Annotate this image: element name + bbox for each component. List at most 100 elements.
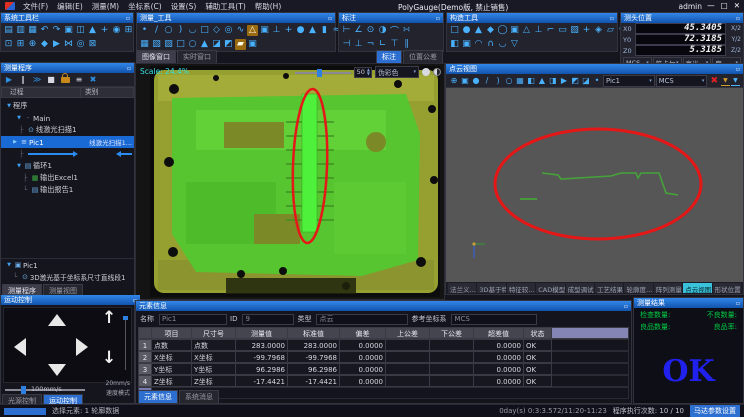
expander-icon[interactable]: ▼ [15,163,23,169]
toolbar-icon[interactable]: ▣ [259,25,270,36]
image-zoom-slider[interactable] [295,68,351,77]
tree-item-loop[interactable]: ▼▤循环1 [1,160,134,172]
toolbar-icon[interactable]: □ [175,39,186,50]
minimize-button[interactable]: — [707,1,715,10]
toolbar-icon[interactable]: ↷ [51,25,62,36]
table-row[interactable]: 2X坐标 X坐标-99.7968 -99.79680.0000 0.0000OK [138,351,629,363]
tab-annotate[interactable]: 标注 [376,50,402,63]
value-stepper[interactable]: 50 ▲▼ [354,67,372,78]
toolbar-icon[interactable]: + [283,25,294,36]
toolbar-icon[interactable]: ⋈ [63,39,74,50]
export-icon[interactable]: ▼ [731,76,740,86]
toolbar-icon[interactable]: ▣ [461,39,472,50]
toolbar-icon[interactable]: ▶ [559,75,569,86]
jog-left-button[interactable] [14,338,26,356]
toolbar-icon[interactable]: ▣ [247,39,258,50]
toolbar-icon[interactable]: ◫ [75,25,86,36]
menu-item[interactable]: 辅助工具(T) [205,1,245,12]
toolbar-icon[interactable]: ▣ [460,75,470,86]
image-view[interactable]: Scale: 24.4% 50 ▲▼ 伪彩色 [135,63,445,300]
tree-insert-marker[interactable]: ├ [1,148,134,160]
export-icon[interactable]: ▼ [721,76,730,86]
toolbar-icon[interactable]: ◡ [497,39,508,50]
tab-system-messages[interactable]: 系统消息 [179,390,219,403]
toolbar-icon[interactable]: / [151,25,162,36]
pin-icon[interactable]: ▫ [624,303,628,310]
toolbar-icon[interactable]: ⌒ [389,25,400,36]
toolbar-icon[interactable]: ∺ [401,25,412,36]
motor-params-button[interactable]: 马达参数设置 [690,405,740,417]
toolbar-icon[interactable]: ◩ [223,39,234,50]
slider-handle[interactable] [317,69,322,77]
pin-icon[interactable]: ▫ [328,15,332,22]
toolbar-icon[interactable]: ◠ [473,39,484,50]
table-row[interactable]: 1点数 点数283.0000 283.00000.0000 0.0000OK [138,339,629,351]
toolbar-icon[interactable]: ) [493,75,503,86]
toolbar-icon[interactable]: ▶ [51,39,62,50]
toolbar-icon[interactable]: ∿ [235,25,246,36]
menu-item[interactable]: 坐标系(C) [128,1,162,12]
toolbar-icon[interactable]: ⊥ [533,25,544,36]
toolbar-icon[interactable]: ∠ [353,25,364,36]
view-tab[interactable]: 工艺结果… [595,283,623,293]
speed-slider-handle[interactable] [21,386,26,394]
toolbar-icon[interactable]: ▣ [63,25,74,36]
toolbar-icon[interactable]: ◩ [570,75,580,86]
toolbar-icon[interactable]: ↶ [39,25,50,36]
view-tab[interactable]: 成型调试 [566,283,594,293]
toolbar-icon[interactable]: ▥ [15,25,26,36]
frame-dropdown[interactable]: MCS [656,75,708,87]
toolbar-icon[interactable]: ◧ [449,39,460,50]
jog-z-up-button[interactable]: ↑ [102,310,116,327]
toolbar-icon[interactable]: ⊣ [341,39,352,50]
toolbar-icon[interactable]: ● [461,25,472,36]
play-icon[interactable]: ▶ [2,74,16,85]
view-tab[interactable]: 特征较… [507,283,535,293]
tree-item-program[interactable]: ▼程序 [1,100,134,112]
type-field[interactable]: 点云 [316,314,408,325]
toolbar-icon[interactable]: ● [295,25,306,36]
stop-icon[interactable]: ■ [44,74,58,85]
toolbar-icon[interactable]: ◆ [39,39,50,50]
toolbar-icon[interactable]: ◧ [526,75,536,86]
toolbar-icon[interactable]: ▰ [235,39,246,50]
pin-icon[interactable]: ▫ [127,65,131,72]
toolbar-icon[interactable]: ⊤ [389,39,400,50]
status-mode-chip[interactable] [4,408,46,415]
toolbar-icon[interactable]: ◇ [211,25,222,36]
toolbar-icon[interactable]: ▽ [509,39,520,50]
tree-item-report[interactable]: └▤输出报告1 [1,184,134,196]
toolbar-icon[interactable]: ▦ [515,75,525,86]
toolbar-icon[interactable]: ▱ [605,25,616,36]
toolbar-icon[interactable]: + [581,25,592,36]
delete-icon[interactable]: ✖ [708,76,720,86]
toolbar-icon[interactable]: ▧ [569,25,580,36]
toolbar-icon[interactable]: ◆ [485,25,496,36]
display-mode-dropdown[interactable]: 伪彩色 [375,66,419,78]
list-icon[interactable]: ≡ [72,74,86,85]
menu-item[interactable]: 设置(S) [171,1,197,12]
view-tab[interactable]: CAD模型… [536,283,564,293]
tab-element-info[interactable]: 元素信息 [138,390,178,403]
jog-z-down-button[interactable]: ↓ [102,350,116,367]
toolbar-icon[interactable]: ◯ [497,25,508,36]
toolbar-icon[interactable]: ▣ [509,25,520,36]
view-tab[interactable]: 点云视图 [683,283,711,293]
toolbar-icon[interactable]: ○ [187,39,198,50]
pin-icon[interactable]: ▫ [610,15,614,22]
tree-item-pic1-element[interactable]: ▼▣Pic1 [1,259,134,271]
tab-position-tolerance[interactable]: 位置公差 [403,50,443,63]
toolbar-icon[interactable]: ⊢ [341,25,352,36]
maximize-button[interactable]: □ [721,1,728,10]
jog-up-button[interactable] [48,314,66,326]
frame-field[interactable]: MCS [451,314,537,325]
toolbar-icon[interactable]: ) [175,25,186,36]
toolbar-icon[interactable]: ◪ [211,39,222,50]
toolbar-icon[interactable]: ⊕ [449,75,459,86]
toolbar-icon[interactable]: ◎ [223,25,234,36]
view-tab[interactable]: 形状位置… [713,283,741,293]
toolbar-icon[interactable]: ⊙ [365,25,376,36]
tree-item-laser-scan[interactable]: ├⊙线激光扫描1 [1,124,134,136]
toolbar-icon[interactable]: • [592,75,602,86]
toolbar-icon[interactable]: ⊞ [15,39,26,50]
